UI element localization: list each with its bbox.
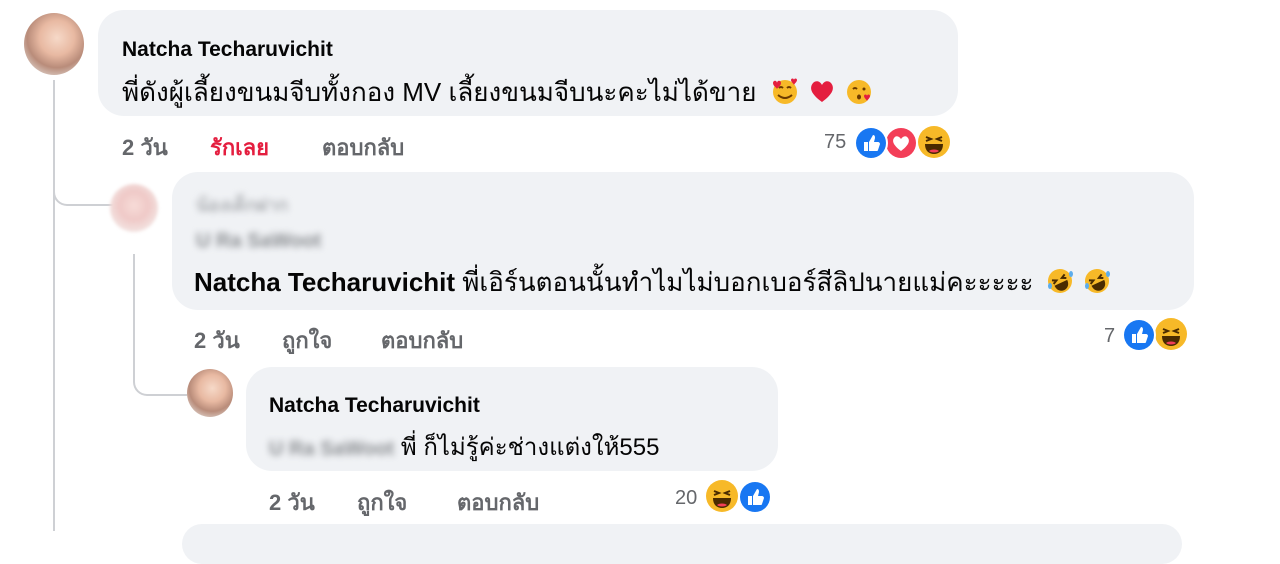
like-icon[interactable]: [738, 480, 772, 514]
thread-connector-reply-1: [53, 168, 117, 206]
comment-body: พี่ ก็ไม่รู้ค่ะช่างแต่งให้555: [400, 434, 660, 461]
like-icon[interactable]: [854, 126, 888, 160]
like-button[interactable]: ถูกใจ: [357, 485, 407, 520]
thread-line-reply: [133, 254, 135, 374]
comment-bubble: Natcha Techaruvichit พี่ดังผู้เลี้ยงขนมจ…: [98, 10, 958, 116]
comment-text: U Ra SaWoot พี่ ก็ไม่รู้ค่ะช่างแต่งให้55…: [269, 427, 659, 466]
avatar[interactable]: [187, 369, 233, 417]
mention-link[interactable]: Natcha Techaruvichit: [194, 267, 455, 297]
comment-text: Natcha Techaruvichit พี่เอิร์นตอนนั้นทำไ…: [194, 262, 1112, 303]
like-icon[interactable]: [1122, 318, 1156, 352]
kissing-heart-emoji-icon: [844, 76, 874, 113]
reaction-count[interactable]: 75: [824, 131, 846, 154]
comment-timestamp[interactable]: 2 วัน: [122, 130, 168, 165]
haha-icon[interactable]: [704, 478, 740, 514]
reaction-count[interactable]: 20: [675, 487, 697, 510]
haha-icon[interactable]: [916, 124, 952, 160]
thread-line-main: [53, 80, 55, 531]
avatar[interactable]: [24, 13, 84, 75]
comment-text: พี่ดังผู้เลี้ยงขนมจีบทั้งกอง MV เลี้ยงขน…: [122, 72, 874, 113]
comment-timestamp[interactable]: 2 วัน: [194, 323, 240, 358]
comment-author[interactable]: Natcha Techaruvichit: [122, 38, 333, 62]
avatar[interactable]: [110, 184, 158, 232]
comment-body: พี่ดังผู้เลี้ยงขนมจีบทั้งกอง MV เลี้ยงขน…: [122, 77, 757, 107]
reply-button[interactable]: ตอบกลับ: [322, 130, 404, 165]
comment-author-blurred[interactable]: น้องเด็กฝาก: [196, 190, 288, 219]
reaction-count[interactable]: 7: [1104, 325, 1115, 348]
smiling-hearts-emoji-icon: [770, 76, 800, 113]
reply-button[interactable]: ตอบกลับ: [457, 485, 539, 520]
rofl-emoji-icon: [1082, 266, 1112, 303]
love-button[interactable]: รักเลย: [210, 130, 269, 165]
love-icon[interactable]: [884, 126, 918, 160]
reply-button[interactable]: ตอบกลับ: [381, 323, 463, 358]
haha-icon[interactable]: [1153, 316, 1189, 352]
author-badge-blurred: U Ra SaWoot: [196, 230, 322, 252]
comment-timestamp[interactable]: 2 วัน: [269, 485, 315, 520]
comment-bubble: Natcha Techaruvichit U Ra SaWoot พี่ ก็ไ…: [246, 367, 778, 471]
like-button[interactable]: ถูกใจ: [282, 323, 332, 358]
mention-link-blurred[interactable]: U Ra SaWoot: [269, 438, 394, 461]
next-comment-bubble: [182, 524, 1182, 564]
red-heart-emoji-icon: [807, 76, 837, 113]
comment-bubble: น้องเด็กฝาก U Ra SaWoot Natcha Techaruvi…: [172, 172, 1194, 310]
comment-author[interactable]: Natcha Techaruvichit: [269, 394, 480, 418]
comment-body: พี่เอิร์นตอนนั้นทำไมไม่บอกเบอร์สีลิปนายแ…: [462, 267, 1034, 297]
rofl-emoji-icon: [1045, 266, 1075, 303]
thread-connector-reply-2: [133, 360, 187, 396]
